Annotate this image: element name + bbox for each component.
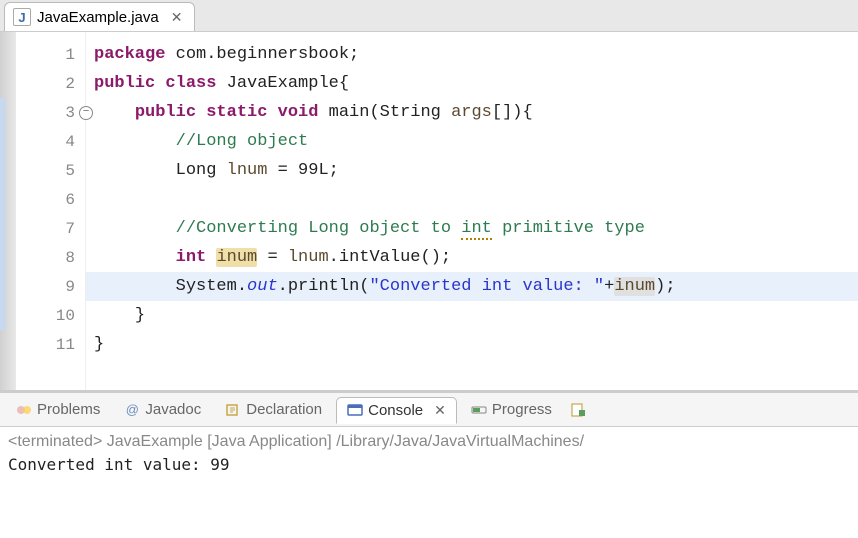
- editor-tab-filename: JavaExample.java: [37, 9, 159, 26]
- tab-problems[interactable]: Problems: [6, 397, 110, 422]
- gutter: 123−4567891011: [16, 32, 86, 390]
- code-token: int: [176, 248, 207, 267]
- code-token: );: [655, 277, 675, 296]
- console-content[interactable]: <terminated> JavaExample [Java Applicati…: [0, 427, 858, 538]
- tab-javadoc-label: Javadoc: [145, 401, 201, 418]
- javadoc-icon: @: [124, 402, 140, 418]
- code-token: "Converted int value: ": [369, 277, 604, 296]
- progress-icon: [471, 402, 487, 418]
- folding-bar: [0, 32, 16, 390]
- code-token: lnum: [288, 248, 329, 267]
- close-icon[interactable]: ✕: [171, 9, 183, 26]
- tab-progress[interactable]: Progress: [461, 397, 562, 422]
- tab-console-close-icon[interactable]: ✕: [434, 402, 446, 419]
- console-output-line: Converted int value: 99: [8, 455, 850, 474]
- tab-javadoc[interactable]: @ Javadoc: [114, 397, 211, 422]
- code-line[interactable]: System.out.println("Converted int value:…: [86, 272, 858, 301]
- tab-console[interactable]: Console ✕: [336, 397, 457, 424]
- code-token: com.beginnersbook;: [165, 45, 359, 64]
- code-line[interactable]: }: [86, 330, 858, 359]
- tab-extra[interactable]: [566, 398, 590, 422]
- code-token: out: [247, 277, 278, 296]
- code-token: public class: [94, 74, 216, 93]
- code-token: .intValue();: [329, 248, 451, 267]
- java-file-icon: J: [13, 8, 31, 26]
- code-token: +: [604, 277, 614, 296]
- code-token: inum: [614, 277, 655, 296]
- bottom-panel: Problems @ Javadoc Declaration Console ✕…: [0, 392, 858, 538]
- editor-tab-bar: J JavaExample.java ✕: [0, 0, 858, 32]
- code-token: .println(: [278, 277, 370, 296]
- code-token: inum: [216, 248, 257, 267]
- code-token: primitive type: [492, 219, 645, 238]
- declaration-icon: [225, 402, 241, 418]
- problems-icon: [16, 402, 32, 418]
- tab-problems-label: Problems: [37, 401, 100, 418]
- line-number: 10: [16, 301, 85, 330]
- code-token: [267, 103, 277, 122]
- code-line[interactable]: //Long object: [86, 127, 858, 156]
- line-number: 5: [16, 156, 85, 185]
- code-line[interactable]: int inum = lnum.intValue();: [86, 243, 858, 272]
- code-token: JavaExample{: [216, 74, 349, 93]
- tab-declaration[interactable]: Declaration: [215, 397, 332, 422]
- tab-console-label: Console: [368, 402, 423, 419]
- code-line[interactable]: //Converting Long object to int primitiv…: [86, 214, 858, 243]
- code-token: System.: [176, 277, 247, 296]
- code-token: lnum: [227, 161, 268, 180]
- code-token: args: [451, 103, 492, 122]
- code-token: int: [461, 219, 492, 240]
- code-line[interactable]: [86, 185, 858, 214]
- bottom-tab-bar: Problems @ Javadoc Declaration Console ✕…: [0, 393, 858, 427]
- code-token: []){: [492, 103, 533, 122]
- quick-diff-marker: [0, 98, 6, 330]
- line-number: 8: [16, 243, 85, 272]
- code-token: =: [257, 248, 288, 267]
- code-token: [206, 248, 216, 267]
- code-token: }: [135, 306, 145, 325]
- line-number: 4: [16, 127, 85, 156]
- code-editor[interactable]: 123−4567891011 package com.beginnersbook…: [0, 32, 858, 392]
- editor-tab-active[interactable]: J JavaExample.java ✕: [4, 2, 195, 31]
- code-line[interactable]: package com.beginnersbook;: [86, 40, 858, 69]
- code-token: Long: [176, 161, 227, 180]
- code-token: main(String: [318, 103, 451, 122]
- console-process-header: <terminated> JavaExample [Java Applicati…: [8, 433, 850, 451]
- code-token: //Long object: [176, 132, 309, 151]
- console-icon: [347, 402, 363, 418]
- code-token: //Converting Long object to: [176, 219, 462, 238]
- extra-icon: [570, 402, 586, 418]
- code-token: package: [94, 45, 165, 64]
- code-body[interactable]: package com.beginnersbook;public class J…: [86, 32, 858, 390]
- code-token: = 99L;: [267, 161, 338, 180]
- line-number: 3−: [16, 98, 85, 127]
- code-token: public static: [135, 103, 268, 122]
- line-number: 6: [16, 185, 85, 214]
- code-token: }: [94, 335, 104, 354]
- code-token: void: [278, 103, 319, 122]
- code-line[interactable]: public class JavaExample{: [86, 69, 858, 98]
- line-number: 1: [16, 40, 85, 69]
- line-number: 7: [16, 214, 85, 243]
- tab-declaration-label: Declaration: [246, 401, 322, 418]
- code-line[interactable]: public static void main(String args[]){: [86, 98, 858, 127]
- code-line[interactable]: Long lnum = 99L;: [86, 156, 858, 185]
- line-number: 11: [16, 330, 85, 359]
- tab-progress-label: Progress: [492, 401, 552, 418]
- code-line[interactable]: }: [86, 301, 858, 330]
- line-number: 9: [16, 272, 85, 301]
- line-number: 2: [16, 69, 85, 98]
